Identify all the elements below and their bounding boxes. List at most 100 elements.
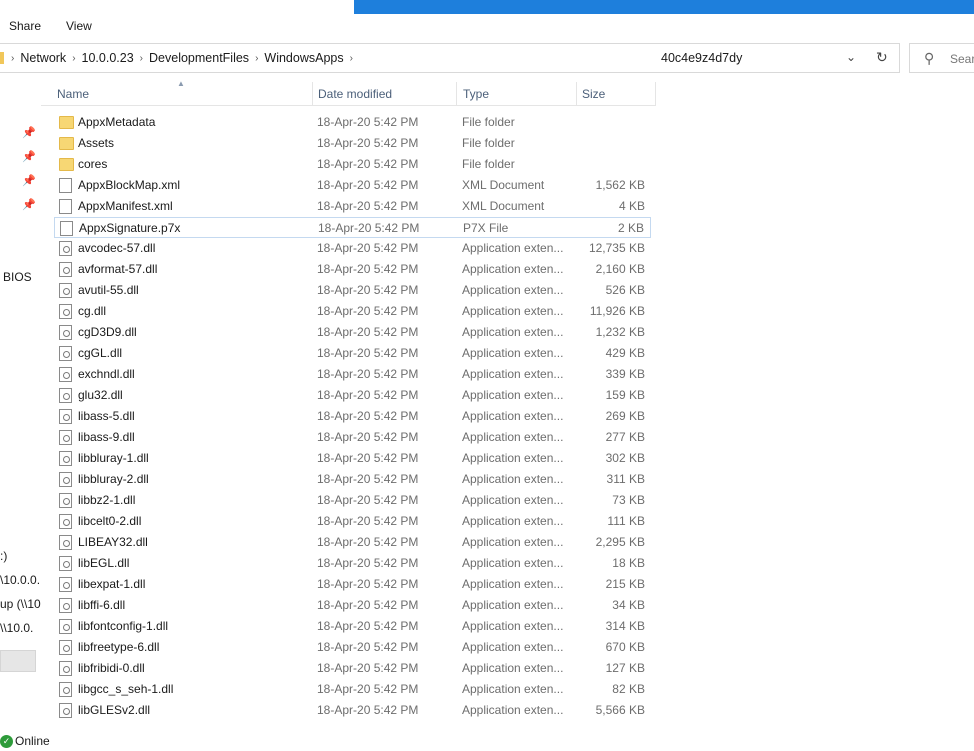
file-row[interactable]: libffi-6.dll 18-Apr-20 5:42 PM Application… — [54, 595, 651, 616]
file-row[interactable]: libbz2-1.dll 18-Apr-20 5:42 PM Application… — [54, 490, 651, 511]
file-row[interactable]: cgGL.dll 18-Apr-20 5:42 PM Application ext… — [54, 343, 651, 364]
file-row[interactable]: libfontconfig-1.dll 18-Apr-20 5:42 PM Appl… — [54, 616, 651, 637]
dll-file-icon — [59, 388, 72, 403]
file-date-modified: 18-Apr-20 5:42 PM — [317, 661, 419, 675]
file-type: Application exten... — [462, 367, 564, 381]
chevron-right-icon[interactable]: › — [252, 53, 261, 64]
file-row[interactable]: cgD3D9.dll 18-Apr-20 5:42 PM Application e… — [54, 322, 651, 343]
file-type: Application exten... — [462, 241, 564, 255]
file-row[interactable]: libfribidi-0.dll 18-Apr-20 5:42 PM Applica… — [54, 658, 651, 679]
file-row[interactable]: avcodec-57.dll 18-Apr-20 5:42 PM Applicati… — [54, 238, 651, 259]
breadcrumb-developmentfiles[interactable]: DevelopmentFiles — [146, 51, 252, 65]
file-row[interactable]: exchndl.dll 18-Apr-20 5:42 PM Application … — [54, 364, 651, 385]
file-row[interactable]: AppxMetadata 18-Apr-20 5:42 PM File folder — [54, 112, 651, 133]
file-row[interactable]: cg.dll 18-Apr-20 5:42 PM Application exten… — [54, 301, 651, 322]
file-row[interactable]: libexpat-1.dll 18-Apr-20 5:42 PM Applicati… — [54, 574, 651, 595]
file-name: avcodec-57.dll — [78, 241, 156, 255]
dll-file-icon — [59, 514, 72, 529]
address-bar[interactable]: › Network › 10.0.0.23 › DevelopmentFiles… — [0, 43, 900, 73]
search-box[interactable]: ⚲ Sear — [909, 43, 974, 73]
breadcrumb-network[interactable]: Network — [17, 51, 69, 65]
dll-file-icon — [59, 430, 72, 445]
file-date-modified: 18-Apr-20 5:42 PM — [317, 388, 419, 402]
column-header: ▲ Name Date modified Type Size — [41, 79, 656, 106]
nav-item-drive[interactable]: :) — [0, 549, 7, 563]
tab-share[interactable]: Share — [9, 19, 41, 33]
file-name: libcelt0-2.dll — [78, 514, 142, 528]
file-type: Application exten... — [462, 388, 564, 402]
file-type: Application exten... — [462, 472, 564, 486]
file-name: libass-5.dll — [78, 409, 135, 423]
file-size: 18 KB — [612, 556, 645, 570]
file-name: AppxSignature.p7x — [79, 221, 181, 235]
file-row[interactable]: glu32.dll 18-Apr-20 5:42 PM Application ex… — [54, 385, 651, 406]
file-type: Application exten... — [462, 283, 564, 297]
file-type: Application exten... — [462, 451, 564, 465]
file-row[interactable]: libEGL.dll 18-Apr-20 5:42 PM Application e… — [54, 553, 651, 574]
chevron-right-icon[interactable]: › — [69, 53, 78, 64]
file-type: XML Document — [462, 178, 545, 192]
file-name: glu32.dll — [78, 388, 123, 402]
dll-file-icon — [59, 325, 72, 340]
pin-icon[interactable]: 📌 — [22, 198, 36, 211]
breadcrumb-overflow-text[interactable]: 40c4e9z4d7dy — [661, 51, 742, 65]
file-name: libbluray-1.dll — [78, 451, 149, 465]
pin-icon[interactable]: 📌 — [22, 150, 36, 163]
dll-file-icon — [59, 283, 72, 298]
column-header-date[interactable]: Date modified — [313, 82, 457, 106]
column-header-size[interactable]: Size — [577, 82, 656, 106]
file-size: 429 KB — [605, 346, 645, 360]
pin-icon[interactable]: 📌 — [22, 174, 36, 187]
file-type: Application exten... — [462, 409, 564, 423]
file-type: Application exten... — [462, 493, 564, 507]
file-row[interactable]: cores 18-Apr-20 5:42 PM File folder — [54, 154, 651, 175]
nav-item-network-share-1[interactable]: \10.0.0. — [0, 573, 40, 587]
column-header-name[interactable]: ▲ Name — [41, 79, 313, 106]
file-date-modified: 18-Apr-20 5:42 PM — [317, 430, 419, 444]
nav-item-network-share-3[interactable]: \\10.0. — [0, 621, 33, 635]
file-type: Application exten... — [462, 262, 564, 276]
file-row[interactable]: AppxManifest.xml 18-Apr-20 5:42 PM XML Doc… — [54, 196, 651, 217]
file-name: libffi-6.dll — [78, 598, 126, 612]
chevron-right-icon[interactable]: › — [8, 53, 17, 64]
dll-file-icon — [59, 577, 72, 592]
file-row[interactable]: libGLESv2.dll 18-Apr-20 5:42 PM Applicatio… — [54, 700, 651, 721]
file-name: Assets — [78, 136, 115, 150]
file-row[interactable]: avutil-55.dll 18-Apr-20 5:42 PM Applicatio… — [54, 280, 651, 301]
file-date-modified: 18-Apr-20 5:42 PM — [317, 178, 419, 192]
file-type: P7X File — [463, 221, 509, 235]
file-row[interactable]: libass-5.dll 18-Apr-20 5:42 PM Application… — [54, 406, 651, 427]
breadcrumb-host[interactable]: 10.0.0.23 — [79, 51, 137, 65]
file-row[interactable]: AppxBlockMap.xml 18-Apr-20 5:42 PM XML Doc… — [54, 175, 651, 196]
document-icon — [59, 199, 72, 214]
file-row[interactable]: avformat-57.dll 18-Apr-20 5:42 PM Applicat… — [54, 259, 651, 280]
file-size: 670 KB — [605, 640, 645, 654]
column-header-type[interactable]: Type — [457, 82, 577, 106]
file-size: 1,562 KB — [595, 178, 645, 192]
file-size: 111 KB — [607, 514, 645, 528]
nav-item-selected[interactable] — [0, 650, 36, 672]
nav-item-network-share-2[interactable]: up (\\10 — [0, 597, 41, 611]
file-row[interactable]: libass-9.dll 18-Apr-20 5:42 PM Application… — [54, 427, 651, 448]
file-size: 277 KB — [605, 430, 645, 444]
chevron-right-icon[interactable]: › — [347, 53, 356, 64]
tab-view[interactable]: View — [66, 19, 92, 33]
file-size: 73 KB — [612, 493, 645, 507]
breadcrumb-windowsapps[interactable]: WindowsApps — [261, 51, 346, 65]
file-row[interactable]: libgcc_s_seh-1.dll 18-Apr-20 5:42 PM Appli… — [54, 679, 651, 700]
file-date-modified: 18-Apr-20 5:42 PM — [317, 556, 419, 570]
file-row[interactable]: libbluray-1.dll 18-Apr-20 5:42 PM Applicat… — [54, 448, 651, 469]
file-row[interactable]: libbluray-2.dll 18-Apr-20 5:42 PM Applicat… — [54, 469, 651, 490]
file-size: 314 KB — [605, 619, 645, 633]
file-date-modified: 18-Apr-20 5:42 PM — [317, 241, 419, 255]
file-row[interactable]: Assets 18-Apr-20 5:42 PM File folder — [54, 133, 651, 154]
chevron-right-icon[interactable]: › — [137, 53, 146, 64]
nav-item-bios[interactable]: BIOS — [3, 270, 32, 284]
pin-icon[interactable]: 📌 — [22, 126, 36, 139]
file-row[interactable]: LIBEAY32.dll 18-Apr-20 5:42 PM Application… — [54, 532, 651, 553]
file-row[interactable]: AppxSignature.p7x 18-Apr-20 5:42 PM P7X Fi… — [54, 217, 651, 238]
file-row[interactable]: libcelt0-2.dll 18-Apr-20 5:42 PM Applicati… — [54, 511, 651, 532]
refresh-icon[interactable]: ↻ — [876, 49, 888, 66]
file-row[interactable]: libfreetype-6.dll 18-Apr-20 5:42 PM Applic… — [54, 637, 651, 658]
chevron-down-icon[interactable]: ⌄ — [846, 50, 856, 64]
